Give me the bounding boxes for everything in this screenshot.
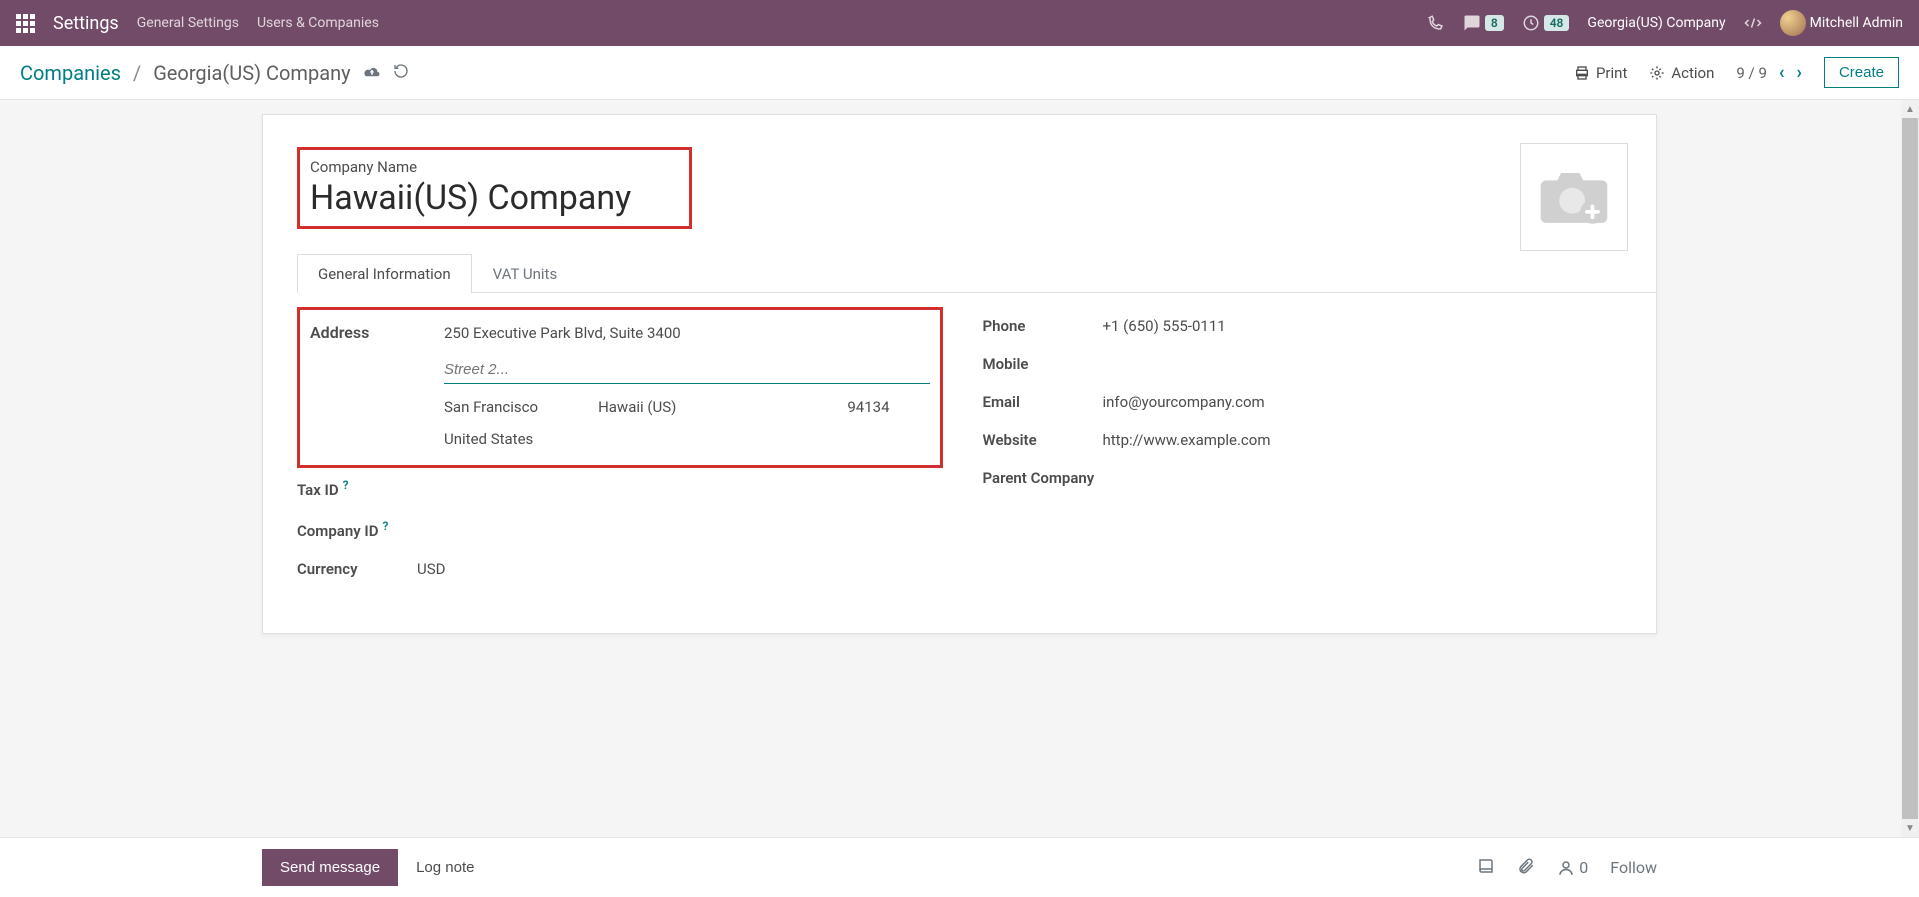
chatter-right: 0 Follow xyxy=(1477,857,1657,879)
print-label: Print xyxy=(1596,64,1627,82)
person-icon xyxy=(1557,859,1575,877)
navbar-left: Settings General Settings Users & Compan… xyxy=(16,13,379,34)
pager-next-icon[interactable]: › xyxy=(1797,62,1802,83)
country-input[interactable]: United States xyxy=(444,430,533,448)
pager-prev-icon[interactable]: ‹ xyxy=(1779,62,1785,83)
log-note-button[interactable]: Log note xyxy=(398,849,492,886)
debug-icon[interactable] xyxy=(1744,14,1762,32)
scroll-thumb[interactable] xyxy=(1902,118,1918,819)
form-body: Address 250 Executive Park Blvd, Suite 3… xyxy=(263,293,1656,588)
mobile-input[interactable] xyxy=(1103,355,1629,373)
tabs: General Information VAT Units xyxy=(297,253,1656,293)
company-name-input[interactable]: Hawaii(US) Company xyxy=(310,178,675,218)
create-button[interactable]: Create xyxy=(1824,57,1899,88)
company-switcher[interactable]: Georgia(US) Company xyxy=(1587,15,1725,31)
print-button[interactable]: Print xyxy=(1574,64,1627,82)
main-content: ▲ ▼ Company Name Hawaii(US) Company Gene… xyxy=(0,100,1919,837)
companyid-help-icon[interactable]: ? xyxy=(382,519,388,533)
parent-input[interactable] xyxy=(1133,469,1629,487)
taxid-label: Tax ID? xyxy=(297,478,417,499)
control-panel: Companies / Georgia(US) Company Print Ac… xyxy=(0,46,1919,100)
followers-count: 0 xyxy=(1579,858,1588,877)
action-label: Action xyxy=(1671,64,1714,82)
nav-users-companies[interactable]: Users & Companies xyxy=(257,15,379,31)
currency-input[interactable]: USD xyxy=(417,560,943,578)
messages-icon[interactable]: 8 xyxy=(1463,14,1504,32)
form-sheet: Company Name Hawaii(US) Company General … xyxy=(262,114,1657,634)
website-label: Website xyxy=(983,431,1103,449)
activities-count: 48 xyxy=(1544,15,1570,31)
chatter-bar: Send message Log note 0 Follow xyxy=(0,837,1919,897)
state-input[interactable]: Hawaii (US) xyxy=(598,398,676,416)
email-input[interactable]: info@yourcompany.com xyxy=(1103,393,1629,411)
crumb-current: Georgia(US) Company xyxy=(153,61,350,85)
crumb-companies[interactable]: Companies xyxy=(20,61,121,85)
right-col: Phone +1 (650) 555-0111 Mobile Email inf… xyxy=(983,307,1629,588)
street2-input[interactable] xyxy=(444,356,930,384)
city-input[interactable]: San Francisco xyxy=(444,398,538,416)
cloud-unsaved-icon[interactable] xyxy=(363,63,381,82)
navbar-right: 8 48 Georgia(US) Company Mitchell Admin xyxy=(1427,10,1903,36)
attachment-icon[interactable] xyxy=(1517,857,1535,879)
address-label: Address xyxy=(310,323,420,342)
companyid-input[interactable] xyxy=(417,519,943,540)
parent-label: Parent Company xyxy=(983,469,1133,487)
phone-icon[interactable] xyxy=(1427,14,1445,32)
phone-input[interactable]: +1 (650) 555-0111 xyxy=(1103,317,1629,335)
scrollbar[interactable]: ▲ ▼ xyxy=(1901,100,1919,837)
street1-input[interactable]: 250 Executive Park Blvd, Suite 3400 xyxy=(444,324,681,342)
pager-value[interactable]: 9 / 9 xyxy=(1736,64,1767,82)
email-label: Email xyxy=(983,393,1103,411)
zip-input[interactable]: 94134 xyxy=(847,398,889,416)
pager: 9 / 9 ‹ › xyxy=(1736,62,1802,83)
address-block: Address 250 Executive Park Blvd, Suite 3… xyxy=(297,307,943,468)
user-menu[interactable]: Mitchell Admin xyxy=(1780,10,1903,36)
avatar xyxy=(1780,10,1806,36)
website-input[interactable]: http://www.example.com xyxy=(1103,431,1629,449)
follow-button[interactable]: Follow xyxy=(1610,858,1657,877)
company-name-block: Company Name Hawaii(US) Company xyxy=(297,147,692,229)
mobile-label: Mobile xyxy=(983,355,1103,373)
breadcrumb: Companies / Georgia(US) Company xyxy=(20,61,409,85)
action-button[interactable]: Action xyxy=(1649,64,1714,82)
tab-vat-units[interactable]: VAT Units xyxy=(472,254,579,293)
taxid-help-icon[interactable]: ? xyxy=(343,478,349,492)
send-message-button[interactable]: Send message xyxy=(262,849,398,886)
user-name: Mitchell Admin xyxy=(1810,15,1903,31)
phone-label: Phone xyxy=(983,317,1103,335)
top-navbar: Settings General Settings Users & Compan… xyxy=(0,0,1919,46)
nav-general-settings[interactable]: General Settings xyxy=(137,15,239,31)
followers-button[interactable]: 0 xyxy=(1557,858,1588,877)
activities-icon[interactable]: 48 xyxy=(1522,14,1570,32)
tab-general-information[interactable]: General Information xyxy=(297,254,472,293)
crumb-sep: / xyxy=(133,61,141,85)
discard-icon[interactable] xyxy=(393,63,409,83)
scroll-down-icon[interactable]: ▼ xyxy=(1901,819,1919,837)
taxid-input[interactable] xyxy=(417,478,943,499)
book-icon[interactable] xyxy=(1477,857,1495,879)
currency-label: Currency xyxy=(297,560,417,578)
companyid-label: Company ID? xyxy=(297,519,417,540)
toolbar-right: Print Action 9 / 9 ‹ › Create xyxy=(1574,57,1899,88)
messages-count: 8 xyxy=(1485,15,1504,31)
camera-icon xyxy=(1537,167,1611,227)
company-name-label: Company Name xyxy=(310,158,675,176)
apps-icon[interactable] xyxy=(16,14,35,33)
app-title: Settings xyxy=(53,13,119,34)
logo-upload[interactable] xyxy=(1520,143,1628,251)
left-col: Address 250 Executive Park Blvd, Suite 3… xyxy=(297,307,943,588)
scroll-up-icon[interactable]: ▲ xyxy=(1901,100,1919,118)
